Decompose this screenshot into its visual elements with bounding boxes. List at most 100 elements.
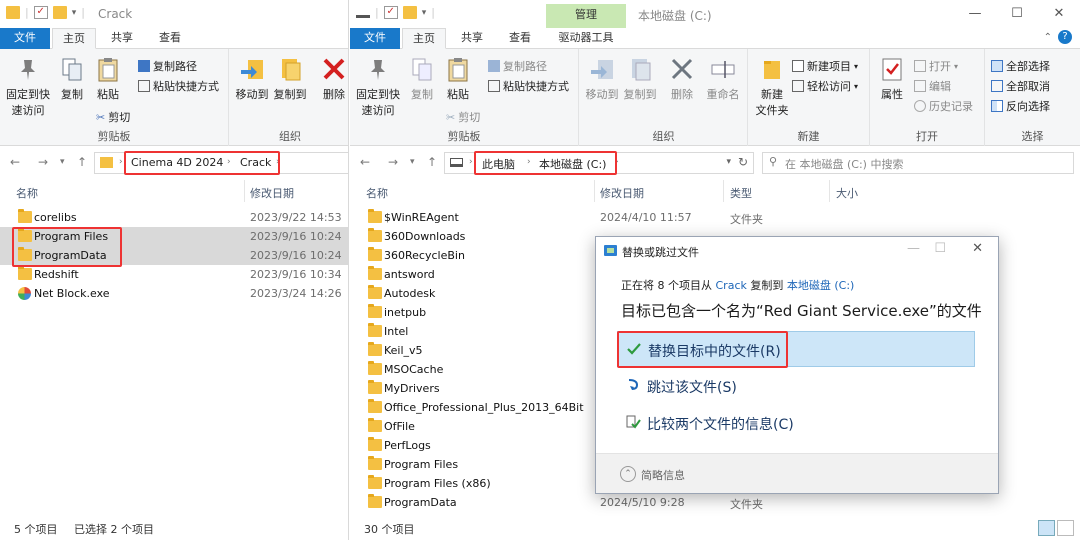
copy-to-button[interactable]: 复制到	[272, 55, 308, 102]
title-bar: | ✓ ▾ | Crack	[0, 0, 348, 28]
cut-button[interactable]: ✂ 剪切	[446, 109, 480, 125]
file-row[interactable]: Net Block.exe 2023/3/24 14:26	[0, 284, 348, 303]
tab-home[interactable]: 主页	[402, 28, 446, 49]
file-row[interactable]: Redshift 2023/9/16 10:34	[0, 265, 348, 284]
tab-file[interactable]: 文件	[0, 28, 50, 49]
drive-icon[interactable]	[356, 8, 370, 18]
cut-button[interactable]: ✂ 剪切	[96, 109, 130, 125]
paste-shortcut-button[interactable]: 粘贴快捷方式	[138, 78, 219, 94]
details-view-icon[interactable]	[1038, 520, 1055, 536]
column-name[interactable]: 名称	[366, 185, 388, 203]
edit-button[interactable]: 编辑	[914, 78, 951, 94]
new-item-button[interactable]: 新建项目 ▾	[792, 58, 858, 74]
move-to-button[interactable]: 移动到	[584, 55, 620, 102]
file-name: antsword	[384, 268, 435, 281]
fewer-details-link[interactable]: 简略信息	[641, 467, 685, 483]
rename-button[interactable]: 重命名	[702, 55, 744, 102]
skip-option[interactable]: 跳过该文件(S)	[617, 368, 975, 404]
ribbon-collapse-chevron-icon[interactable]: ⌃	[1044, 32, 1052, 43]
copy-icon	[412, 58, 432, 81]
destination-link[interactable]: 本地磁盘 (C:)	[787, 279, 854, 292]
tab-view[interactable]: 查看	[148, 28, 192, 49]
refresh-icon[interactable]: ↻	[738, 155, 748, 169]
delete-button[interactable]: 删除	[666, 55, 698, 102]
properties-button[interactable]: 属性	[874, 55, 910, 102]
close-icon[interactable]: ✕	[972, 241, 983, 256]
maximize-icon[interactable]: ☐	[934, 241, 946, 256]
new-folder-icon[interactable]	[52, 6, 67, 19]
maximize-icon[interactable]: ☐	[996, 0, 1038, 28]
status-bar: 5 个项目 已选择 2 个项目	[0, 518, 348, 540]
back-arrow-icon[interactable]: ←	[360, 155, 370, 169]
file-row[interactable]: $WinREAgent 2024/4/10 11:57 文件夹	[350, 208, 1080, 227]
chevron-up-icon[interactable]: ⌃	[620, 466, 636, 482]
open-button[interactable]: 打开 ▾	[914, 58, 958, 74]
forward-arrow-icon[interactable]: →	[38, 155, 48, 169]
copy-to-icon	[632, 59, 651, 81]
column-type[interactable]: 类型	[730, 185, 752, 203]
organize-group: 移动到 复制到 删除 重命名 组织	[580, 49, 748, 146]
up-arrow-icon[interactable]: ↑	[427, 155, 437, 169]
paste-button[interactable]: 粘贴	[92, 55, 124, 102]
easy-access-button[interactable]: 轻松访问 ▾	[792, 78, 858, 94]
help-icon[interactable]: ?	[1058, 30, 1072, 44]
select-group-label: 选择	[1021, 130, 1044, 143]
large-icons-view-icon[interactable]	[1057, 520, 1074, 536]
folder-icon	[18, 266, 32, 280]
close-icon[interactable]: ✕	[1038, 0, 1080, 28]
copy-path-button[interactable]: 复制路径	[138, 58, 197, 74]
new-folder-button[interactable]: 新建 文件夹	[752, 55, 792, 118]
search-input[interactable]: ⚲ 在 本地磁盘 (C:) 中搜索	[762, 152, 1074, 174]
pin-quick-access-button[interactable]: 固定到快 速访问	[4, 55, 52, 118]
copy-path-button[interactable]: 复制路径	[488, 58, 547, 74]
column-size[interactable]: 大小	[836, 185, 858, 203]
highlight-box	[617, 331, 788, 368]
paste-button[interactable]: 粘贴	[442, 55, 474, 102]
move-to-button[interactable]: 移动到	[234, 55, 270, 102]
file-row[interactable]: ProgramData 2024/5/10 9:28 文件夹	[350, 493, 1080, 512]
paste-shortcut-button[interactable]: 粘贴快捷方式	[488, 78, 569, 94]
column-date[interactable]: 修改日期	[600, 185, 644, 203]
tab-share[interactable]: 共享	[100, 28, 144, 49]
properties-check-icon[interactable]: ✓	[33, 6, 48, 19]
tab-view[interactable]: 查看	[498, 28, 542, 49]
recent-chevron-icon[interactable]: ▾	[410, 157, 415, 167]
customize-chevron-icon[interactable]: ▾	[72, 8, 77, 18]
copy-button[interactable]: 复制	[406, 55, 438, 102]
tab-home[interactable]: 主页	[52, 28, 96, 49]
tab-file[interactable]: 文件	[350, 28, 400, 49]
forward-arrow-icon[interactable]: →	[388, 155, 398, 169]
window-title: Crack	[98, 7, 133, 21]
column-name[interactable]: 名称	[16, 185, 38, 203]
address-dropdown-icon[interactable]: ▾	[726, 157, 731, 167]
recent-chevron-icon[interactable]: ▾	[60, 157, 65, 167]
invert-selection-button[interactable]: 反向选择	[991, 98, 1050, 114]
source-link[interactable]: Crack	[716, 279, 747, 292]
new-folder-icon[interactable]	[402, 6, 417, 19]
properties-check-icon[interactable]: ✓	[383, 6, 398, 19]
select-all-button[interactable]: 全部选择	[991, 58, 1050, 74]
select-none-button[interactable]: 全部取消	[991, 78, 1050, 94]
context-tab-manage[interactable]: 管理	[546, 4, 626, 28]
tab-share[interactable]: 共享	[450, 28, 494, 49]
pin-quick-access-button[interactable]: 固定到快 速访问	[354, 55, 402, 118]
minimize-icon[interactable]: —	[907, 241, 920, 256]
copy-button[interactable]: 复制	[56, 55, 88, 102]
copy-to-button[interactable]: 复制到	[622, 55, 658, 102]
column-date[interactable]: 修改日期	[250, 185, 294, 203]
search-placeholder: 在 本地磁盘 (C:) 中搜索	[785, 158, 904, 171]
new-folder-icon	[764, 61, 780, 79]
delete-button[interactable]: 删除	[318, 55, 348, 102]
history-button[interactable]: 历史记录	[914, 98, 973, 114]
tab-drive-tools[interactable]: 驱动器工具	[546, 28, 626, 49]
quick-access-icon[interactable]	[6, 6, 20, 19]
customize-chevron-icon[interactable]: ▾	[422, 8, 427, 18]
file-row[interactable]: corelibs 2023/9/22 14:53	[0, 208, 348, 227]
organize-group-label: 组织	[279, 130, 301, 143]
compare-option[interactable]: 比较两个文件的信息(C)	[617, 405, 975, 441]
pin-icon	[21, 60, 35, 80]
clipboard-group-label: 剪贴板	[447, 130, 481, 143]
back-arrow-icon[interactable]: ←	[10, 155, 20, 169]
up-arrow-icon[interactable]: ↑	[77, 155, 87, 169]
minimize-icon[interactable]: —	[954, 0, 996, 28]
